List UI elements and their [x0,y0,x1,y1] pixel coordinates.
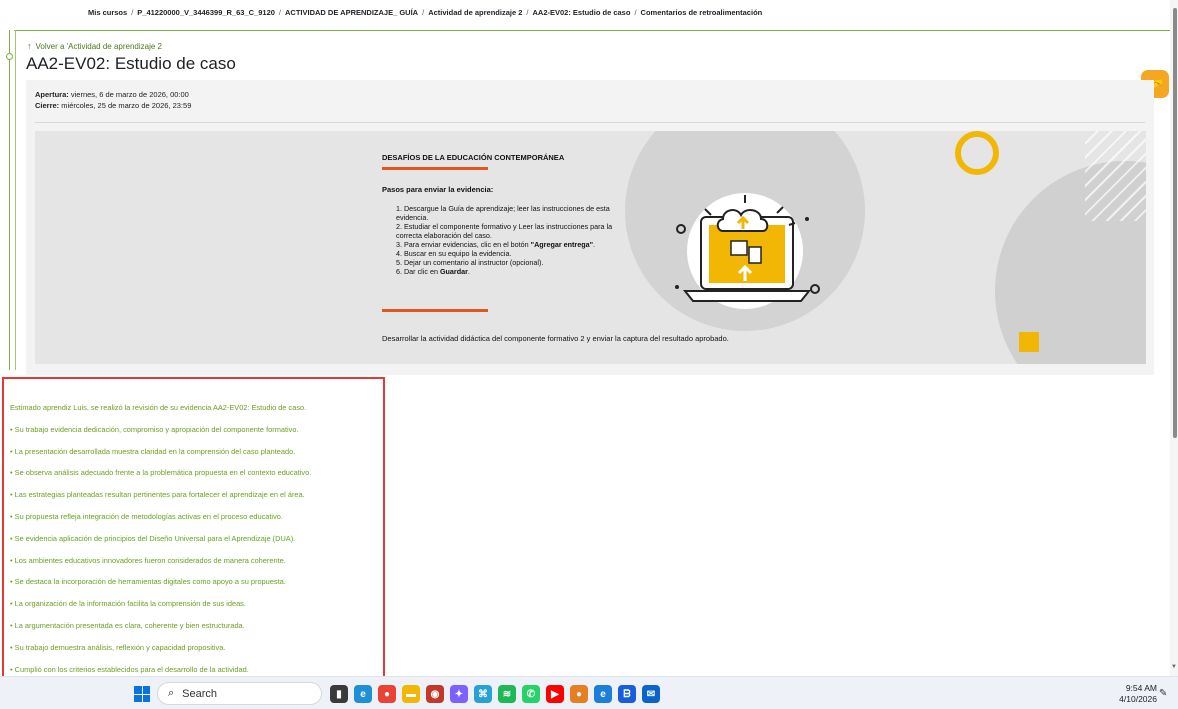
breadcrumb-separator: / [422,7,425,17]
stripes-decoration [1085,131,1146,221]
taskbar-app-edge-icon[interactable]: e [354,685,372,703]
closing-value: miércoles, 25 de marzo de 2026, 23:59 [61,101,192,110]
taskbar-app-whatsapp-icon[interactable]: ✆ [522,685,540,703]
banner-step-bold: Guardar [439,267,468,276]
page-title: AA2-EV02: Estudio de caso [26,54,236,73]
banner-step: 2. Estudiar el componente formativo y Le… [396,222,613,240]
breadcrumb-item-activity[interactable]: Actividad de aprendizaje 2 [428,8,522,17]
breadcrumb-separator: / [278,7,282,17]
left-border-line [9,30,10,370]
header-divider [14,30,1170,31]
banner-step-text: 6. Dar clic en [396,267,440,276]
breadcrumb-item-mis-cursos[interactable]: Mis cursos [88,8,127,17]
banner-title-underline [382,167,488,170]
scrollbar-thumb[interactable] [1173,8,1177,438]
windows-logo-icon [134,686,142,694]
banner-step: 3. Para enviar evidencias, clic en el bo… [396,240,626,249]
breadcrumb-item-course[interactable]: P_41220000_V_3446399_R_63_C_9120 [137,8,275,17]
opening-value: viernes, 6 de marzo de 2026, 00:00 [70,90,189,99]
closing-date: Cierre: miércoles, 25 de marzo de 2026, … [35,101,191,110]
taskbar-app-bitwarden-icon[interactable]: ᗷ [618,685,636,703]
activity-banner: DESAFÍOS DE LA EDUCACIÓN CONTEMPORÁNEA P… [35,131,1146,364]
taskbar-app-spotify-icon[interactable]: ≋ [498,685,516,703]
back-link[interactable]: ↑ Volver a 'Actividad de aprendizaje 2 [27,41,162,51]
banner-step: 6. Dar clic en Guardar. [396,267,626,276]
scroll-down-arrow-icon[interactable]: ▼ [1171,664,1177,670]
search-icon: ⌕ [168,687,175,699]
breadcrumb-item-section[interactable]: ACTIVIDAD DE APRENDIZAJE_ GUÍA [285,8,418,17]
banner-steps-list: 1. Descargue la Guía de aprendizaje; lee… [396,204,626,276]
taskbar-app-edge-profile-icon[interactable]: e [594,685,612,703]
dates-divider [35,122,1145,123]
page: Mis cursos / P_41220000_V_3446399_R_63_C… [0,0,1178,709]
clock-date: 4/10/2026 [1119,694,1157,704]
banner-step: 5. Dejar un comentario al instructor (op… [396,258,544,267]
windows-taskbar: ⌕ Search ▮ e ● ▬ ◉ ✦ ⌘ ≋ ✆ ▶ ● e ᗷ ✉ 9:54 AM 4/10/202… [0,676,1178,709]
taskbar-search[interactable]: ⌕ Search [157,682,322,705]
banner-title: DESAFÍOS DE LA EDUCACIÓN CONTEMPORÁNEA [382,153,565,162]
taskbar-app-youtube-icon[interactable]: ▶ [546,685,564,703]
banner-steps-underline [382,309,488,312]
opening-date: Apertura: viernes, 6 de marzo de 2026, 0… [35,90,189,99]
taskbar-app-task-view-icon[interactable]: ▮ [330,685,348,703]
taskbar-app-chrome-icon[interactable]: ● [378,685,396,703]
taskbar-app-network-app-icon[interactable]: ⌘ [474,685,492,703]
breadcrumb: Mis cursos / P_41220000_V_3446399_R_63_C… [0,0,1160,24]
clock-time: 9:54 AM [1125,683,1157,693]
arrow-up-icon: ↑ [27,41,32,51]
banner-step-text: . [467,267,470,276]
banner-step-text: . [593,240,595,249]
back-link-label: Volver a 'Actividad de aprendizaje 2 [35,41,163,51]
taskbar-app-chrome-profile-icon[interactable]: ● [570,685,588,703]
windows-logo-icon [142,686,150,694]
banner-step-bold: "Agregar entrega" [530,240,593,249]
banner-step-text: 3. Para enviar evidencias, clic en el bo… [396,240,531,249]
windows-logo-icon [134,694,142,702]
windows-start-button[interactable] [134,686,150,702]
notification-icon[interactable]: ✎ [1159,688,1167,699]
banner-footer: Desarrollar la actividad didáctica del c… [382,334,729,343]
laptop-cloud-upload-icon [675,193,820,309]
left-border-line-inner [15,30,16,370]
taskbar-app-outlook-icon[interactable]: ✉ [642,685,660,703]
system-clock[interactable]: 9:54 AM 4/10/2026 [1119,683,1157,705]
taskbar-app-baseball-app-icon[interactable]: ◉ [426,685,444,703]
taskbar-app-file-explorer-icon[interactable]: ▬ [402,685,420,703]
timeline-dot [6,53,13,60]
banner-step: 4. Buscar en su equipo la evidencia. [396,249,512,258]
windows-logo-icon [142,694,150,702]
breadcrumb-separator: / [526,7,529,17]
closing-label: Cierre: [35,101,60,110]
yellow-square-decoration [1019,332,1039,352]
opening-label: Apertura: [35,90,69,99]
taskbar-app-copilot-icon[interactable]: ✦ [450,685,468,703]
taskbar-search-placeholder: Search [182,687,218,700]
breadcrumb-separator: / [131,7,134,17]
banner-steps-title: Pasos para enviar la evidencia: [382,185,494,194]
banner-step: 1. Descargue la Guía de aprendizaje; lee… [396,204,610,222]
yellow-ring-decoration [955,131,999,175]
feedback-highlight-box [2,377,385,706]
breadcrumb-separator: / [634,7,637,17]
breadcrumb-item-evidence[interactable]: AA2-EV02: Estudio de caso [532,8,630,17]
breadcrumb-item-feedback[interactable]: Comentarios de retroalimentación [641,8,763,17]
